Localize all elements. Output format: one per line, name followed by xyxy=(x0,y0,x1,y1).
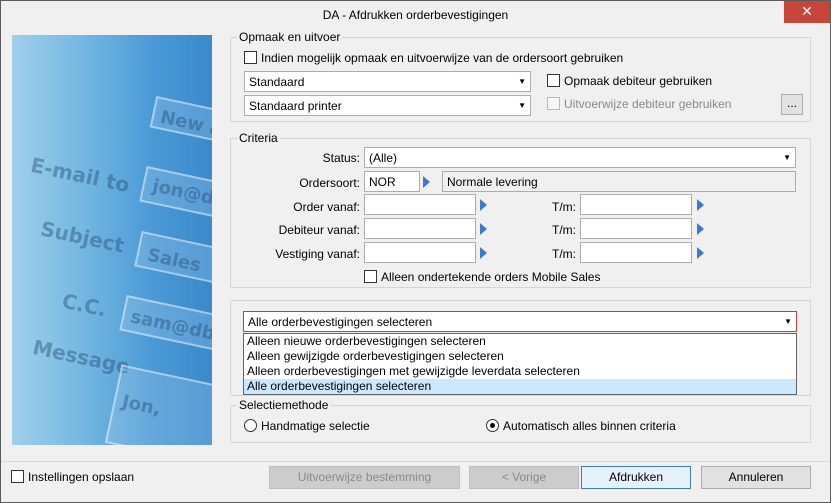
footer-divider xyxy=(1,461,830,462)
side-text-subject: Subject xyxy=(38,216,127,258)
checkbox-box[interactable] xyxy=(244,51,257,64)
vestiging-to-label: T/m: xyxy=(552,247,576,261)
side-text-email: E-mail to xyxy=(28,152,132,198)
lookup-arrow-icon[interactable] xyxy=(697,199,704,211)
lookup-arrow-icon[interactable] xyxy=(480,199,487,211)
chevron-down-icon: ▼ xyxy=(518,77,526,86)
cancel-button[interactable]: Annuleren xyxy=(701,466,811,489)
order-to-input[interactable] xyxy=(580,194,692,215)
order-to-label: T/m: xyxy=(552,200,576,214)
debiteur-from-label: Debiteur vanaf: xyxy=(278,223,360,237)
debiteur-from-input[interactable] xyxy=(364,218,476,239)
dropdown-option[interactable]: Alleen gewijzigde orderbevestigingen sel… xyxy=(244,349,796,364)
side-illustration: New a E-mail to jon@db Subject Sales C.C… xyxy=(12,35,212,445)
order-from-input[interactable] xyxy=(364,194,476,215)
chevron-down-icon: ▼ xyxy=(784,317,792,326)
radio-dot[interactable] xyxy=(486,419,499,432)
selection-type-value: Alle orderbevestigingen selecteren xyxy=(248,315,433,329)
lookup-arrow-icon[interactable] xyxy=(480,247,487,259)
group-criteria-title: Criteria xyxy=(237,131,280,145)
debiteur-opmaak-checkbox[interactable]: Opmaak debiteur gebruiken xyxy=(547,74,712,88)
checkbox-box[interactable] xyxy=(11,470,24,483)
vestiging-from-label: Vestiging vanaf: xyxy=(275,247,360,261)
dropdown-option[interactable]: Alleen nieuwe orderbevestigingen selecte… xyxy=(244,334,796,349)
status-label: Status: xyxy=(322,151,360,165)
print-dialog: DA - Afdrukken orderbevestigingen ✕ New … xyxy=(0,0,831,503)
lookup-arrow-icon[interactable] xyxy=(423,176,430,188)
selection-type-select[interactable]: Alle orderbevestigingen selecteren ▼ xyxy=(243,311,797,332)
save-settings-checkbox[interactable]: Instellingen opslaan xyxy=(11,470,134,484)
ordersoort-description: Normale levering xyxy=(442,171,796,192)
destination-button[interactable]: Uitvoerwijze bestemming xyxy=(269,466,460,489)
checkbox-box[interactable] xyxy=(547,74,560,87)
checkbox-box[interactable] xyxy=(547,97,560,110)
checkbox-label: Instellingen opslaan xyxy=(28,470,135,484)
dropdown-option-selected[interactable]: Alle orderbevestigingen selecteren xyxy=(244,379,796,394)
group-selectiemethode-title: Selectiemethode xyxy=(237,398,331,412)
use-ordersoort-checkbox[interactable]: Indien mogelijk opmaak en uitvoerwijze v… xyxy=(244,51,623,65)
previous-button[interactable]: < Vorige xyxy=(469,466,579,489)
debiteur-to-input[interactable] xyxy=(580,218,692,239)
chevron-down-icon: ▼ xyxy=(783,153,791,162)
checkbox-label: Opmaak debiteur gebruiken xyxy=(564,74,713,88)
print-button[interactable]: Afdrukken xyxy=(581,466,691,489)
radio-label: Automatisch alles binnen criteria xyxy=(503,419,676,433)
ordersoort-label: Ordersoort: xyxy=(299,176,360,190)
ordersoort-input[interactable]: NOR xyxy=(364,171,420,192)
mobile-sales-checkbox[interactable]: Alleen ondertekende orders Mobile Sales xyxy=(364,270,600,284)
checkbox-label: Uitvoerwijze debiteur gebruiken xyxy=(564,97,732,111)
status-select[interactable]: (Alle) ▼ xyxy=(364,147,796,168)
checkbox-box[interactable] xyxy=(364,270,377,283)
title-bar: DA - Afdrukken orderbevestigingen ✕ xyxy=(1,1,830,31)
dialog-body: New a E-mail to jon@db Subject Sales C.C… xyxy=(9,30,822,460)
window-title: DA - Afdrukken orderbevestigingen xyxy=(322,8,509,22)
dropdown-option[interactable]: Alleen orderbevestigingen met gewijzigde… xyxy=(244,364,796,379)
side-text-message: Message xyxy=(30,335,133,379)
radio-label: Handmatige selectie xyxy=(261,419,370,433)
manual-selection-radio[interactable]: Handmatige selectie xyxy=(244,419,370,433)
status-select-value: (Alle) xyxy=(369,151,398,165)
debiteur-to-label: T/m: xyxy=(552,223,576,237)
side-text-cc: C.C. xyxy=(59,288,109,322)
chevron-down-icon: ▼ xyxy=(518,101,526,110)
debiteur-uitvoer-checkbox[interactable]: Uitvoerwijze debiteur gebruiken xyxy=(547,97,731,111)
group-opmaak-title: Opmaak en uitvoer xyxy=(237,30,343,44)
checkbox-label: Alleen ondertekende orders Mobile Sales xyxy=(381,270,601,284)
selection-type-dropdown: Alleen nieuwe orderbevestigingen selecte… xyxy=(243,333,797,395)
browse-button[interactable]: ... xyxy=(781,94,803,115)
order-from-label: Order vanaf: xyxy=(293,200,360,214)
radio-dot[interactable] xyxy=(244,419,257,432)
printer-select[interactable]: Standaard printer ▼ xyxy=(244,95,531,116)
layout-select-value: Standaard xyxy=(249,75,305,89)
auto-selection-radio[interactable]: Automatisch alles binnen criteria xyxy=(486,419,676,433)
vestiging-to-input[interactable] xyxy=(580,242,692,263)
checkbox-label: Indien mogelijk opmaak en uitvoerwijze v… xyxy=(261,51,624,65)
lookup-arrow-icon[interactable] xyxy=(697,223,704,235)
layout-select[interactable]: Standaard ▼ xyxy=(244,71,531,92)
lookup-arrow-icon[interactable] xyxy=(697,247,704,259)
close-button[interactable]: ✕ xyxy=(784,1,830,23)
lookup-arrow-icon[interactable] xyxy=(480,223,487,235)
printer-select-value: Standaard printer xyxy=(249,99,342,113)
vestiging-from-input[interactable] xyxy=(364,242,476,263)
